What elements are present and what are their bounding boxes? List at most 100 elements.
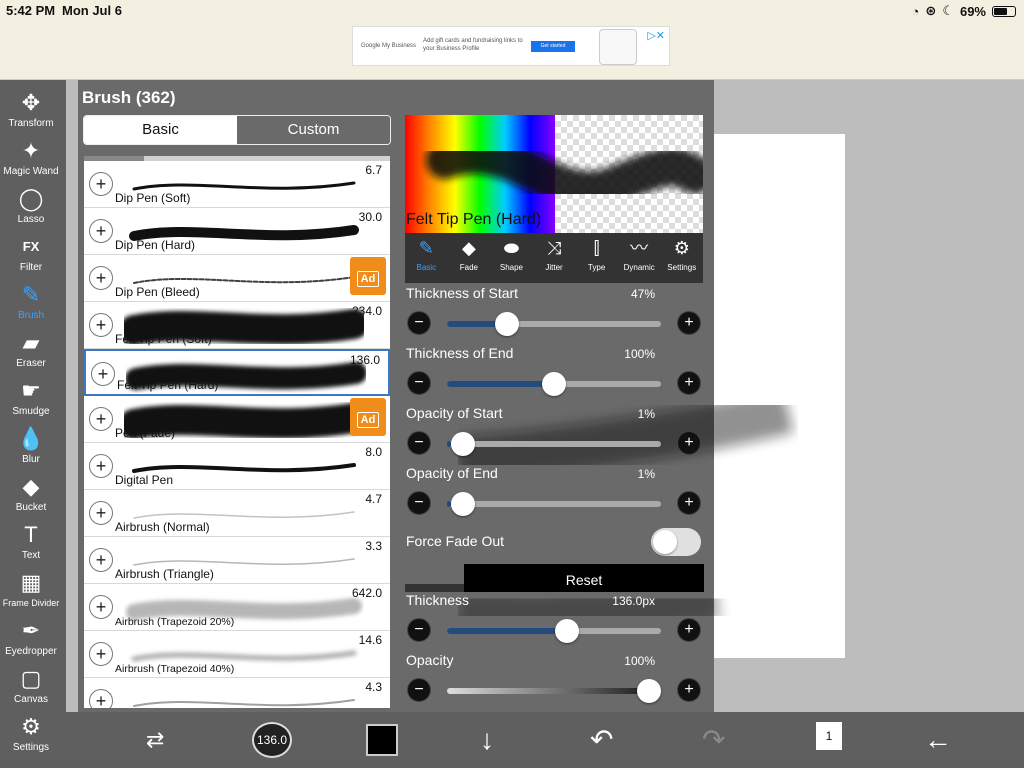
tool-smudge[interactable]: ☛ Smudge bbox=[0, 376, 62, 424]
slider-setting: Opacity of Start 1% − + bbox=[405, 405, 703, 465]
layers-button[interactable]: 1 bbox=[816, 722, 842, 750]
force-fade-out-toggle[interactable] bbox=[651, 528, 701, 556]
add-brush-plus-icon[interactable]: + bbox=[89, 454, 113, 478]
add-brush-plus-icon[interactable]: + bbox=[89, 172, 113, 196]
tool-filter[interactable]: FX Filter bbox=[0, 232, 62, 280]
tool-brush[interactable]: ✎ Brush bbox=[0, 280, 62, 328]
setting-plus-button[interactable]: + bbox=[677, 491, 701, 515]
tool-lasso[interactable]: ◯ Lasso bbox=[0, 184, 62, 232]
setting-minus-button[interactable]: − bbox=[407, 311, 431, 335]
dynamic-icon: 〰 bbox=[630, 238, 649, 258]
tool-transform[interactable]: ✥ Transform bbox=[0, 88, 62, 136]
redo-icon[interactable]: ↷ bbox=[702, 722, 725, 758]
ad-lock-badge[interactable]: Ad bbox=[350, 398, 386, 436]
add-brush-plus-icon[interactable]: + bbox=[89, 595, 113, 619]
setting-value: 100% bbox=[624, 347, 655, 361]
brush-size: 3.3 bbox=[365, 539, 382, 553]
opacity-slider[interactable] bbox=[447, 679, 661, 703]
tool-text[interactable]: T Text bbox=[0, 520, 62, 568]
tool-label: Brush bbox=[17, 310, 45, 321]
brush-row[interactable]: + Digital Pen 8.0 bbox=[84, 443, 390, 490]
tool-magic-wand[interactable]: ✦ Magic Wand bbox=[0, 136, 62, 184]
add-brush-plus-icon[interactable]: + bbox=[91, 362, 115, 386]
brush-row[interactable]: + Airbrush (Trapezoid 40%) 14.6 bbox=[84, 631, 390, 678]
ad-banner[interactable]: Google My Business Add gift cards and fu… bbox=[352, 26, 670, 66]
canvas-paper[interactable] bbox=[700, 134, 845, 658]
settings-tab-label: Basic bbox=[416, 263, 437, 272]
settings-icon: ⚙ bbox=[673, 238, 690, 258]
setting-plus-button[interactable]: + bbox=[677, 371, 701, 395]
add-brush-plus-icon[interactable]: + bbox=[89, 219, 113, 243]
settings-tab-fade[interactable]: ◆ Fade bbox=[448, 233, 491, 283]
swap-tool-icon[interactable]: ⇄ bbox=[146, 722, 164, 758]
brush-row[interactable]: + Dip Pen (Bleed) Ad bbox=[84, 255, 390, 302]
tool-label: Smudge bbox=[12, 406, 50, 417]
add-brush-plus-icon[interactable]: + bbox=[89, 313, 113, 337]
settings-tab-dynamic[interactable]: 〰 Dynamic bbox=[618, 233, 661, 283]
back-arrow-icon[interactable]: ← bbox=[924, 722, 952, 758]
settings-tab-jitter[interactable]: ⤨ Jitter bbox=[533, 233, 576, 283]
add-brush-plus-icon[interactable]: + bbox=[89, 407, 113, 431]
add-brush-plus-icon[interactable]: + bbox=[89, 689, 113, 708]
setting-minus-button[interactable]: − bbox=[407, 491, 431, 515]
setting-slider[interactable] bbox=[447, 492, 661, 516]
thickness-slider[interactable] bbox=[447, 619, 661, 643]
tool-frame-divider[interactable]: ▦ Frame Divider bbox=[0, 568, 62, 616]
brush-row[interactable]: + Airbrush (Trapezoid 20%) 642.0 bbox=[84, 584, 390, 631]
tool-blur[interactable]: 💧 Blur bbox=[0, 424, 62, 472]
brush-list[interactable]: + Dip Pen (Soft) 6.7 + Dip Pen (Hard) 30.0 + Di… bbox=[84, 156, 390, 708]
setting-slider[interactable] bbox=[447, 432, 661, 456]
reset-button[interactable]: Reset bbox=[464, 564, 704, 592]
ad-cta-button[interactable]: Get started bbox=[531, 41, 575, 52]
add-brush-plus-icon[interactable]: + bbox=[89, 548, 113, 572]
opacity-plus-button[interactable]: + bbox=[677, 678, 701, 702]
brush-row[interactable]: + Airbrush (Triangle) 3.3 bbox=[84, 537, 390, 584]
setting-slider[interactable] bbox=[447, 372, 661, 396]
setting-plus-button[interactable]: + bbox=[677, 311, 701, 335]
tool-eyedropper[interactable]: ✒ Eyedropper bbox=[0, 616, 62, 664]
setting-label: Opacity of End bbox=[406, 465, 498, 481]
setting-minus-button[interactable]: − bbox=[407, 371, 431, 395]
setting-label: Thickness of End bbox=[406, 345, 514, 361]
tool-settings[interactable]: ⚙ Settings bbox=[0, 712, 62, 760]
brush-row[interactable]: + Pen (Fade) Ad bbox=[84, 396, 390, 443]
brush-name: Dip Pen (Bleed) bbox=[115, 285, 200, 299]
tab-basic[interactable]: Basic bbox=[84, 116, 237, 144]
add-brush-plus-icon[interactable]: + bbox=[89, 642, 113, 666]
setting-slider[interactable] bbox=[447, 312, 661, 336]
thickness-value: 136.0px bbox=[612, 594, 655, 608]
brush-row[interactable]: + Felt Tip Pen (Soft) 234.0 bbox=[84, 302, 390, 349]
brush-row[interactable]: + Dip Pen (Soft) 6.7 bbox=[84, 161, 390, 208]
thickness-minus-button[interactable]: − bbox=[407, 618, 431, 642]
settings-tab-settings[interactable]: ⚙ Settings bbox=[660, 233, 703, 283]
undo-icon[interactable]: ↶ bbox=[590, 722, 613, 758]
thickness-plus-button[interactable]: + bbox=[677, 618, 701, 642]
ad-phone-image bbox=[599, 29, 637, 65]
brush-row[interactable]: + Dip Pen (Hard) 30.0 bbox=[84, 208, 390, 255]
setting-plus-button[interactable]: + bbox=[677, 431, 701, 455]
settings-tab-basic[interactable]: ✎ Basic bbox=[405, 233, 448, 283]
brush-row[interactable]: + Felt Tip Pen (Hard) 136.0 bbox=[84, 349, 390, 396]
settings-tab-label: Shape bbox=[499, 263, 524, 272]
down-arrow-icon[interactable]: ↓ bbox=[480, 722, 494, 758]
setting-value: 1% bbox=[637, 467, 655, 481]
ad-close-icon[interactable]: ▷✕ bbox=[647, 29, 665, 42]
shape-icon: ⬬ bbox=[503, 238, 520, 258]
tab-custom[interactable]: Custom bbox=[237, 116, 390, 144]
tool-canvas[interactable]: ▢ Canvas bbox=[0, 664, 62, 712]
brush-size-button[interactable]: 136.0 bbox=[252, 722, 292, 758]
force-fade-out-label: Force Fade Out bbox=[406, 533, 505, 549]
brush-row[interactable]: +4.3 bbox=[84, 678, 390, 708]
add-brush-plus-icon[interactable]: + bbox=[89, 266, 113, 290]
blur-icon: 💧 bbox=[17, 426, 45, 451]
add-brush-plus-icon[interactable]: + bbox=[89, 501, 113, 525]
ad-lock-badge[interactable]: Ad bbox=[350, 257, 386, 295]
opacity-minus-button[interactable]: − bbox=[407, 678, 431, 702]
setting-minus-button[interactable]: − bbox=[407, 431, 431, 455]
brush-row[interactable]: + Airbrush (Normal) 4.7 bbox=[84, 490, 390, 537]
settings-tab-type[interactable]: ⫿ Type bbox=[575, 233, 618, 283]
color-swatch-button[interactable] bbox=[366, 724, 398, 756]
settings-tab-shape[interactable]: ⬬ Shape bbox=[490, 233, 533, 283]
tool-bucket[interactable]: ◆ Bucket bbox=[0, 472, 62, 520]
tool-eraser[interactable]: ▰ Eraser bbox=[0, 328, 62, 376]
